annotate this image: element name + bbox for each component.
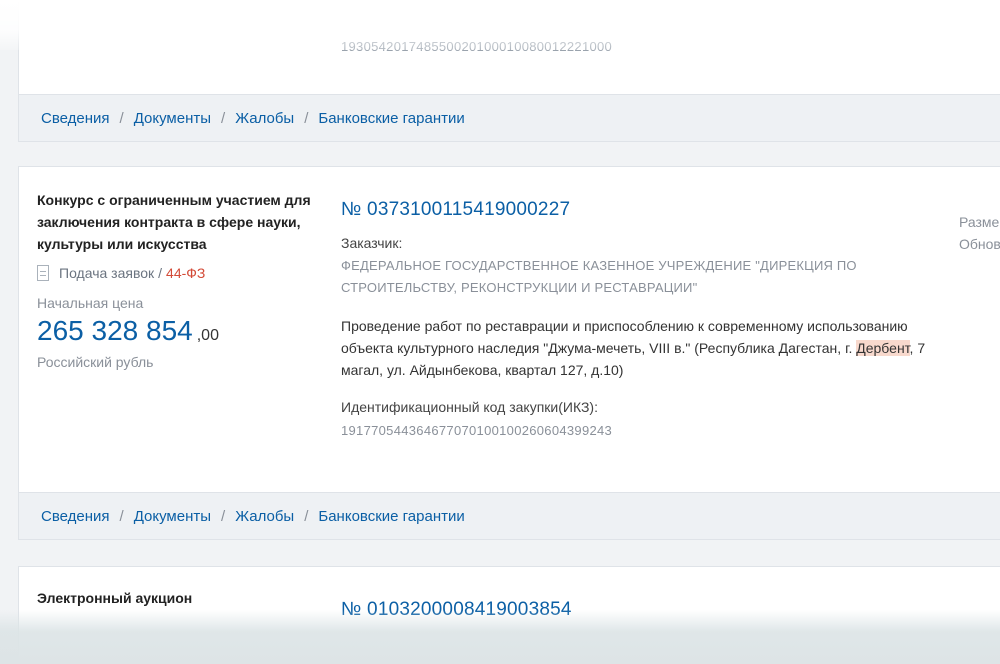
placed-label: Разме (959, 214, 1000, 230)
dates-column: Разме Обнов (959, 211, 1000, 255)
link-details[interactable]: Сведения (41, 110, 110, 127)
price-value: 265 328 854 (37, 315, 193, 346)
link-bank-guarantees[interactable]: Банковские гарантии (318, 508, 464, 525)
procurement-type: Конкурс с ограниченным участием для закл… (37, 192, 311, 252)
ikz-value: 191770544364677070100100260604399243 (341, 423, 613, 438)
document-icon (37, 265, 49, 281)
currency: Российский рубль (37, 354, 154, 370)
breadcrumb-separator: / (119, 507, 124, 525)
initial-price: 265 328 854,00 (37, 315, 327, 352)
purchase-card-2: Конкурс с ограниченным участием для закл… (18, 166, 1000, 540)
purchase-number-link[interactable]: № 0373100115419000227 (341, 199, 570, 220)
breadcrumb-separator: / (221, 507, 226, 525)
procedure-stage: Подача заявок / 44-ФЗ (37, 265, 327, 281)
breadcrumb-separator: / (119, 109, 124, 127)
breadcrumb-separator: / (304, 109, 309, 127)
procedure-stage-label: Подача заявок (59, 265, 155, 281)
card-1-footer: Сведения / Документы / Жалобы / Банковск… (19, 94, 1000, 141)
search-highlight: Дербент (856, 340, 910, 356)
procurement-type-3: Электронный аукцион (37, 590, 193, 606)
ikz-label: Идентификационный код закупки(ИКЗ): (341, 399, 598, 415)
price-cents: ,00 (196, 327, 219, 344)
purchase-summary-3: Электронный аукцион (37, 587, 327, 609)
breadcrumb-separator: / (304, 507, 309, 525)
card-2-footer: Сведения / Документы / Жалобы / Банковск… (19, 492, 1000, 539)
bottom-blur-overlay (0, 610, 1000, 664)
link-details[interactable]: Сведения (41, 508, 110, 525)
top-blur-overlay (0, 0, 1000, 50)
link-documents[interactable]: Документы (134, 110, 211, 127)
customer-label: Заказчик: (341, 235, 403, 251)
procedure-separator: / (158, 265, 163, 281)
description-text-1: Проведение работ по реставрации и приспо… (341, 318, 908, 356)
price-label: Начальная цена (37, 295, 144, 311)
link-bank-guarantees[interactable]: Банковские гарантии (318, 110, 464, 127)
purchase-summary: Конкурс с ограниченным участием для закл… (37, 189, 327, 370)
link-complaints[interactable]: Жалобы (235, 110, 294, 127)
law-label: 44-ФЗ (166, 265, 206, 281)
updated-label: Обнов (959, 236, 1000, 252)
breadcrumb-separator: / (221, 109, 226, 127)
link-complaints[interactable]: Жалобы (235, 508, 294, 525)
customer-name-link[interactable]: ФЕДЕРАЛЬНОЕ ГОСУДАРСТВЕННОЕ КАЗЕННОЕ УЧР… (341, 255, 901, 299)
link-documents[interactable]: Документы (134, 508, 211, 525)
purchase-description: Проведение работ по реставрации и приспо… (341, 315, 961, 381)
purchase-details: № 0373100115419000227 Заказчик: ФЕДЕРАЛЬ… (341, 199, 961, 438)
